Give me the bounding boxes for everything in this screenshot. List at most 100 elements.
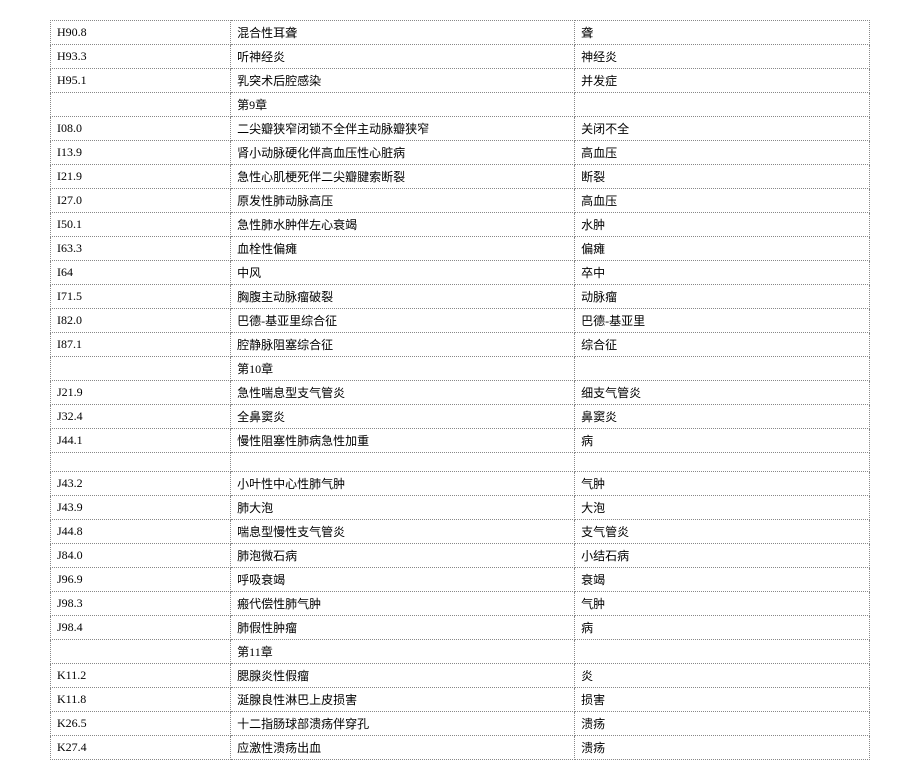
code-cell — [51, 453, 231, 472]
keyword-cell — [575, 640, 870, 664]
description-cell: 肺假性肿瘤 — [231, 616, 575, 640]
code-cell — [51, 93, 231, 117]
table-row: H93.3听神经炎神经炎 — [51, 45, 870, 69]
description-cell: 乳突术后腔感染 — [231, 69, 575, 93]
table-row: I63.3血栓性偏瘫偏瘫 — [51, 237, 870, 261]
code-cell: J44.1 — [51, 429, 231, 453]
keyword-cell: 病 — [575, 616, 870, 640]
description-cell: 肺大泡 — [231, 496, 575, 520]
description-cell: 慢性阻塞性肺病急性加重 — [231, 429, 575, 453]
keyword-cell: 细支气管炎 — [575, 381, 870, 405]
code-cell: K11.8 — [51, 688, 231, 712]
description-cell: 急性肺水肿伴左心衰竭 — [231, 213, 575, 237]
keyword-cell: 损害 — [575, 688, 870, 712]
code-cell: I50.1 — [51, 213, 231, 237]
code-cell: H93.3 — [51, 45, 231, 69]
keyword-cell: 聋 — [575, 21, 870, 45]
keyword-cell: 气肿 — [575, 472, 870, 496]
description-cell: 第10章 — [231, 357, 575, 381]
table-row: I87.1腔静脉阻塞综合征综合征 — [51, 333, 870, 357]
table-row: I71.5胸腹主动脉瘤破裂动脉瘤 — [51, 285, 870, 309]
description-cell: 二尖瓣狭窄闭锁不全伴主动脉瓣狭窄 — [231, 117, 575, 141]
table-row: J98.4肺假性肿瘤病 — [51, 616, 870, 640]
table-row: 第11章 — [51, 640, 870, 664]
keyword-cell: 小结石病 — [575, 544, 870, 568]
description-cell: 腮腺炎性假瘤 — [231, 664, 575, 688]
table-row: K11.8涎腺良性淋巴上皮损害损害 — [51, 688, 870, 712]
code-cell: I82.0 — [51, 309, 231, 333]
keyword-cell: 动脉瘤 — [575, 285, 870, 309]
description-cell: 中风 — [231, 261, 575, 285]
table-row: 第9章 — [51, 93, 870, 117]
keyword-cell: 水肿 — [575, 213, 870, 237]
code-cell: J43.2 — [51, 472, 231, 496]
table-row: J98.3瘢代偿性肺气肿气肿 — [51, 592, 870, 616]
code-cell: K11.2 — [51, 664, 231, 688]
table-row: J32.4全鼻窦炎鼻窦炎 — [51, 405, 870, 429]
description-cell: 呼吸衰竭 — [231, 568, 575, 592]
description-cell: 第9章 — [231, 93, 575, 117]
keyword-cell: 高血压 — [575, 141, 870, 165]
code-cell: I08.0 — [51, 117, 231, 141]
keyword-cell: 鼻窦炎 — [575, 405, 870, 429]
description-cell: 十二指肠球部溃疡伴穿孔 — [231, 712, 575, 736]
table-row: H90.8混合性耳聋聋 — [51, 21, 870, 45]
table-row: I21.9急性心肌梗死伴二尖瓣腱索断裂断裂 — [51, 165, 870, 189]
code-cell: I63.3 — [51, 237, 231, 261]
description-cell: 全鼻窦炎 — [231, 405, 575, 429]
description-cell: 小叶性中心性肺气肿 — [231, 472, 575, 496]
keyword-cell: 并发症 — [575, 69, 870, 93]
keyword-cell: 炎 — [575, 664, 870, 688]
code-cell: J21.9 — [51, 381, 231, 405]
table-row: K26.5十二指肠球部溃疡伴穿孔溃疡 — [51, 712, 870, 736]
table-row: J43.2小叶性中心性肺气肿气肿 — [51, 472, 870, 496]
table-row: I13.9肾小动脉硬化伴高血压性心脏病高血压 — [51, 141, 870, 165]
code-cell: K27.4 — [51, 736, 231, 760]
keyword-cell: 关闭不全 — [575, 117, 870, 141]
keyword-cell — [575, 93, 870, 117]
description-cell: 第11章 — [231, 640, 575, 664]
keyword-cell: 神经炎 — [575, 45, 870, 69]
table-body: H90.8混合性耳聋聋H93.3听神经炎神经炎H95.1乳突术后腔感染并发症第9… — [51, 21, 870, 760]
keyword-cell: 衰竭 — [575, 568, 870, 592]
code-cell — [51, 640, 231, 664]
code-cell: J43.9 — [51, 496, 231, 520]
code-cell: I13.9 — [51, 141, 231, 165]
keyword-cell: 溃疡 — [575, 736, 870, 760]
table-row: J96.9呼吸衰竭衰竭 — [51, 568, 870, 592]
description-cell: 喘息型慢性支气管炎 — [231, 520, 575, 544]
table-row: I08.0二尖瓣狭窄闭锁不全伴主动脉瓣狭窄关闭不全 — [51, 117, 870, 141]
description-cell: 胸腹主动脉瘤破裂 — [231, 285, 575, 309]
code-cell: J84.0 — [51, 544, 231, 568]
code-cell: J98.3 — [51, 592, 231, 616]
table-row: I27.0原发性肺动脉高压高血压 — [51, 189, 870, 213]
code-cell: H95.1 — [51, 69, 231, 93]
icd-code-table: H90.8混合性耳聋聋H93.3听神经炎神经炎H95.1乳突术后腔感染并发症第9… — [50, 20, 870, 760]
description-cell: 急性喘息型支气管炎 — [231, 381, 575, 405]
description-cell: 血栓性偏瘫 — [231, 237, 575, 261]
keyword-cell: 气肿 — [575, 592, 870, 616]
table-row: I64中风卒中 — [51, 261, 870, 285]
code-cell: K26.5 — [51, 712, 231, 736]
keyword-cell: 溃疡 — [575, 712, 870, 736]
description-cell — [231, 453, 575, 472]
keyword-cell — [575, 357, 870, 381]
keyword-cell — [575, 453, 870, 472]
code-cell — [51, 357, 231, 381]
table-row: H95.1乳突术后腔感染并发症 — [51, 69, 870, 93]
keyword-cell: 卒中 — [575, 261, 870, 285]
keyword-cell: 巴德-基亚里 — [575, 309, 870, 333]
description-cell: 腔静脉阻塞综合征 — [231, 333, 575, 357]
keyword-cell: 偏瘫 — [575, 237, 870, 261]
table-row: J21.9急性喘息型支气管炎细支气管炎 — [51, 381, 870, 405]
code-cell: J98.4 — [51, 616, 231, 640]
code-cell: I27.0 — [51, 189, 231, 213]
description-cell: 混合性耳聋 — [231, 21, 575, 45]
description-cell: 原发性肺动脉高压 — [231, 189, 575, 213]
code-cell: I64 — [51, 261, 231, 285]
keyword-cell: 大泡 — [575, 496, 870, 520]
table-row: K11.2腮腺炎性假瘤炎 — [51, 664, 870, 688]
table-row: J44.1慢性阻塞性肺病急性加重病 — [51, 429, 870, 453]
code-cell: I21.9 — [51, 165, 231, 189]
table-row: K27.4应激性溃疡出血溃疡 — [51, 736, 870, 760]
